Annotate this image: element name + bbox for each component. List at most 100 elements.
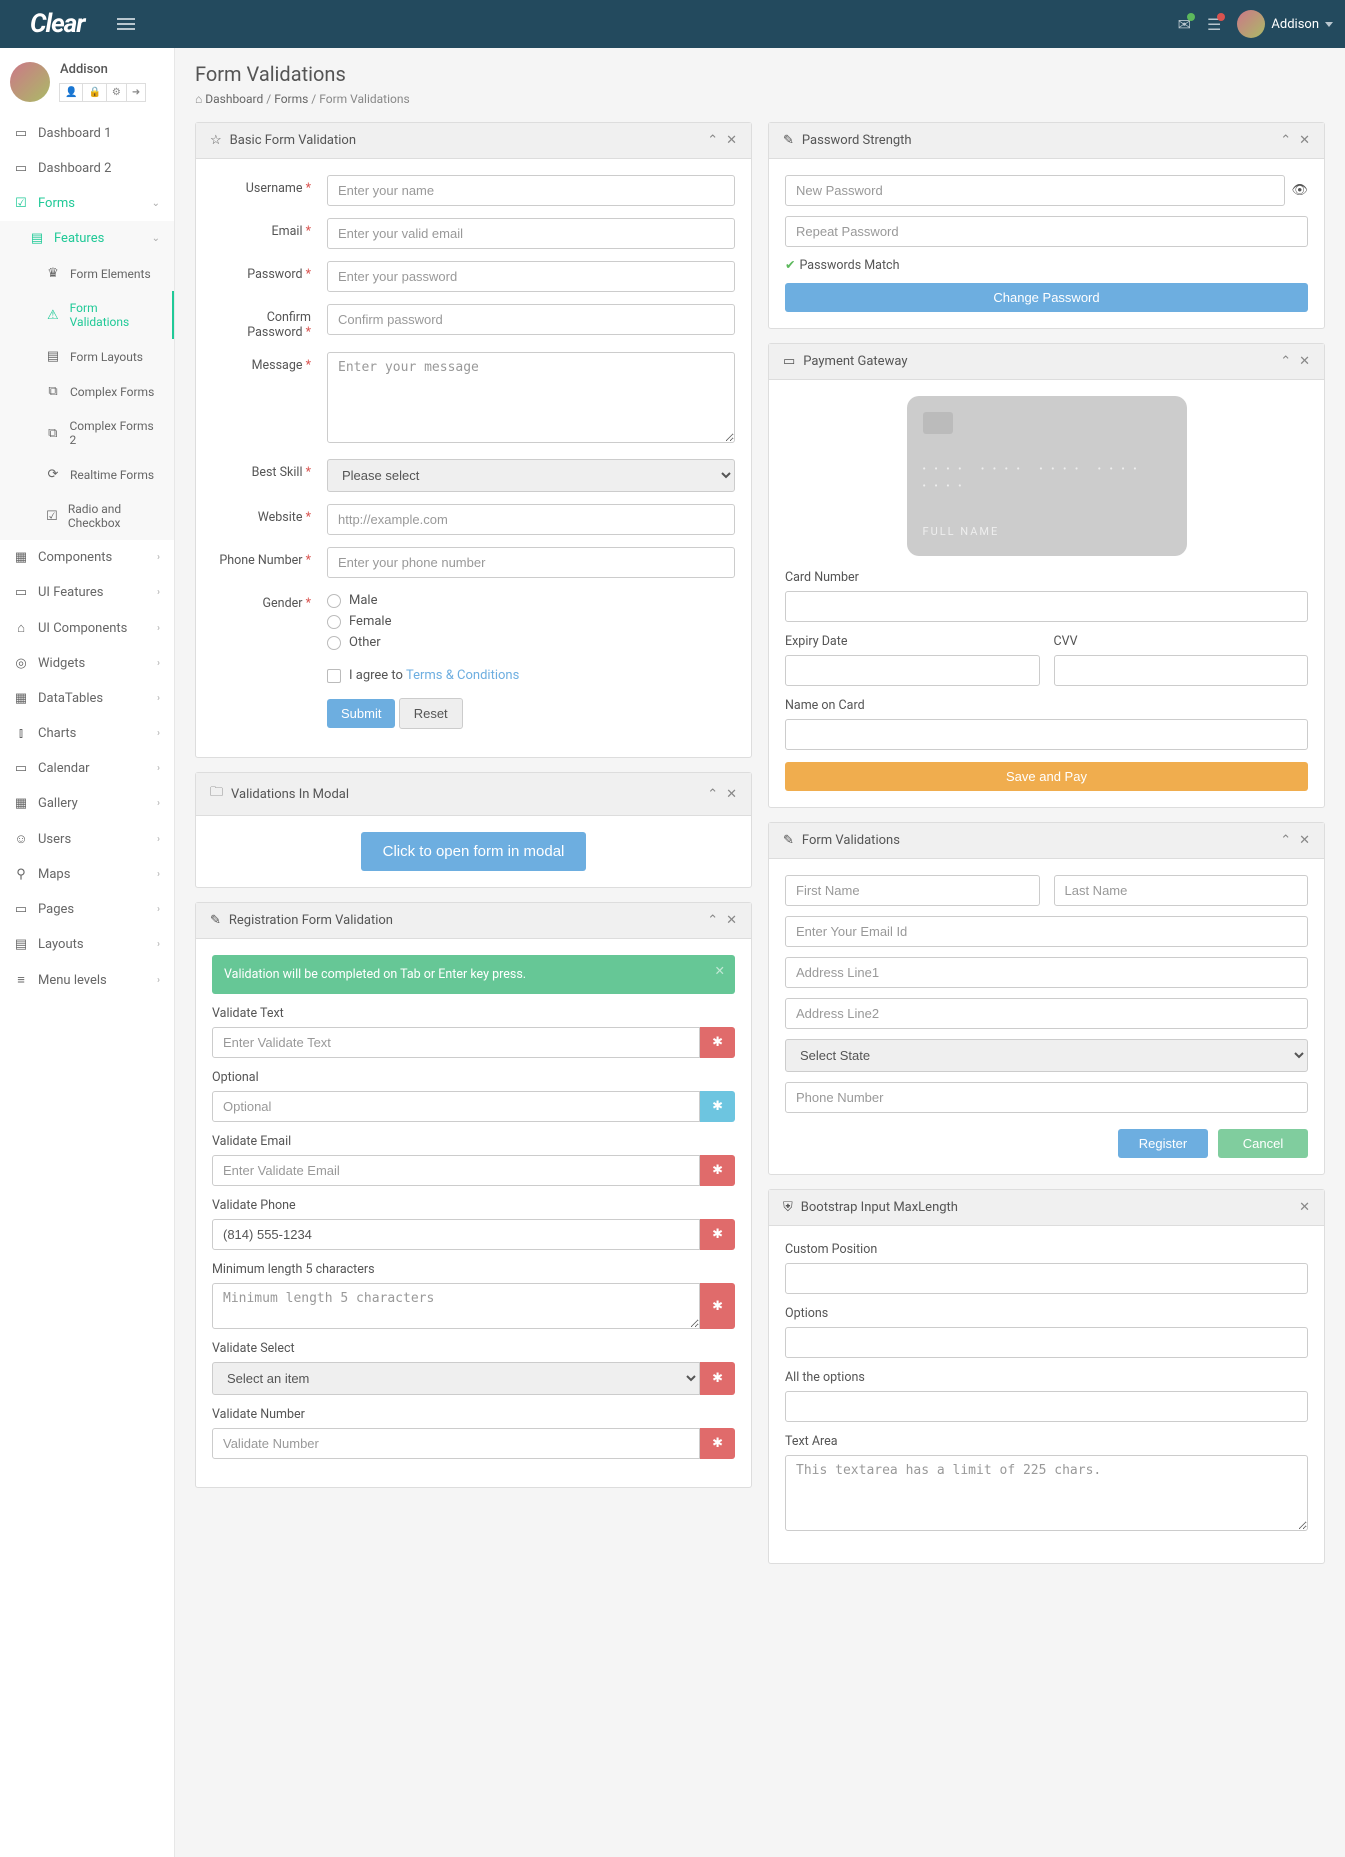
tasks-icon[interactable]: ☰ — [1207, 15, 1221, 34]
expiry-input[interactable] — [785, 655, 1040, 686]
terms-checkbox[interactable]: I agree to Terms & Conditions — [327, 665, 735, 686]
validate-text-input[interactable] — [212, 1027, 700, 1058]
new-password-input[interactable] — [785, 175, 1285, 206]
repeat-password-input[interactable] — [785, 216, 1308, 247]
sidebar-item-realtime-forms[interactable]: ⟳Realtime Forms — [0, 457, 174, 492]
sidebar-item-dashboard-1[interactable]: ▭Dashboard 1 — [0, 116, 174, 151]
message-textarea[interactable] — [327, 352, 735, 443]
collapse-icon[interactable]: ⌃ — [707, 133, 718, 148]
close-icon[interactable]: ✕ — [726, 913, 737, 928]
logout-icon[interactable]: ➜ — [126, 83, 146, 102]
sidebar-item-form-elements[interactable]: ♛Form Elements — [0, 256, 174, 291]
menu-toggle-icon[interactable] — [109, 7, 143, 41]
sidebar-item-calendar[interactable]: ▭Calendar› — [0, 751, 174, 786]
sidebar-item-maps[interactable]: ⚲Maps› — [0, 857, 174, 892]
validate-number-input[interactable] — [212, 1428, 700, 1459]
sidebar-item-features[interactable]: ▤Features⌄ — [0, 221, 174, 256]
user-icon[interactable]: 👤 — [59, 83, 83, 102]
sidebar-item-dashboard-2[interactable]: ▭Dashboard 2 — [0, 151, 174, 186]
collapse-icon[interactable]: ⌃ — [1280, 133, 1291, 148]
alert-close-icon[interactable]: ✕ — [715, 963, 725, 979]
gear-icon[interactable]: ⚙ — [106, 83, 127, 102]
close-icon[interactable]: ✕ — [1299, 1200, 1310, 1215]
validate-phone-input[interactable] — [212, 1219, 700, 1250]
state-select[interactable]: Select State — [785, 1039, 1308, 1072]
brand-logo[interactable]: Clear — [12, 9, 109, 39]
all-options-input[interactable] — [785, 1391, 1308, 1422]
card-number-input[interactable] — [785, 591, 1308, 622]
info-icon[interactable]: ✱ — [700, 1091, 735, 1122]
change-password-button[interactable]: Change Password — [785, 283, 1308, 312]
collapse-icon[interactable]: ⌃ — [707, 913, 718, 928]
save-pay-button[interactable]: Save and Pay — [785, 762, 1308, 791]
mail-icon[interactable]: ✉ — [1178, 15, 1191, 34]
minlen-textarea[interactable] — [212, 1283, 700, 1329]
sidebar-item-components[interactable]: ▦Components› — [0, 540, 174, 575]
sidebar-item-complex-forms[interactable]: ⧉Complex Forms — [0, 374, 174, 409]
sidebar-item-complex-forms-2[interactable]: ⧉Complex Forms 2 — [0, 409, 174, 457]
reset-button[interactable]: Reset — [399, 698, 463, 729]
limited-textarea[interactable] — [785, 1455, 1308, 1531]
name-on-card-input[interactable] — [785, 719, 1308, 750]
breadcrumb-link[interactable]: Forms — [274, 92, 308, 106]
sidebar-item-charts[interactable]: ⫾Charts› — [0, 716, 174, 751]
sidebar-item-pages[interactable]: ▭Pages› — [0, 892, 174, 927]
username-input[interactable] — [327, 175, 735, 206]
breadcrumb-link[interactable]: Dashboard — [205, 92, 263, 106]
sidebar-item-form-layouts[interactable]: ▤Form Layouts — [0, 339, 174, 374]
user-menu[interactable]: Addison — [1237, 10, 1333, 38]
eye-icon[interactable]: 👁 — [1291, 183, 1308, 198]
collapse-icon[interactable]: ⌃ — [707, 787, 718, 802]
open-modal-button[interactable]: Click to open form in modal — [361, 832, 587, 871]
clear-icon[interactable]: ✱ — [700, 1428, 735, 1459]
clear-icon[interactable]: ✱ — [700, 1219, 735, 1250]
phone-input[interactable] — [327, 547, 735, 578]
clear-icon[interactable]: ✱ — [700, 1027, 735, 1058]
sidebar-item-users[interactable]: ☺Users› — [0, 821, 174, 857]
radio-female[interactable]: Female — [327, 611, 735, 632]
terms-link[interactable]: Terms & Conditions — [406, 668, 519, 683]
radio-other[interactable]: Other — [327, 632, 735, 653]
custom-position-input[interactable] — [785, 1263, 1308, 1294]
radio-male[interactable]: Male — [327, 590, 735, 611]
phone-input[interactable] — [785, 1082, 1308, 1113]
close-icon[interactable]: ✕ — [1299, 354, 1310, 369]
close-icon[interactable]: ✕ — [1299, 833, 1310, 848]
optional-input[interactable] — [212, 1091, 700, 1122]
sidebar-item-ui-components[interactable]: ⌂UI Components› — [0, 610, 174, 646]
sidebar-item-gallery[interactable]: ▦Gallery› — [0, 786, 174, 821]
sidebar-item-radio-and-checkbox[interactable]: ☑Radio and Checkbox — [0, 492, 174, 540]
sidebar-item-form-validations[interactable]: ⚠Form Validations — [0, 291, 174, 339]
submit-button[interactable]: Submit — [327, 699, 395, 728]
validate-email-input[interactable] — [212, 1155, 700, 1186]
email-input[interactable] — [327, 218, 735, 249]
options-input[interactable] — [785, 1327, 1308, 1358]
cancel-button[interactable]: Cancel — [1218, 1129, 1308, 1158]
cvv-input[interactable] — [1054, 655, 1309, 686]
sidebar-item-widgets[interactable]: ◎Widgets› — [0, 646, 174, 681]
password-input[interactable] — [327, 261, 735, 292]
sidebar-item-datatables[interactable]: ▦DataTables› — [0, 681, 174, 716]
address2-input[interactable] — [785, 998, 1308, 1029]
close-icon[interactable]: ✕ — [726, 787, 737, 802]
website-input[interactable] — [327, 504, 735, 535]
email-input[interactable] — [785, 916, 1308, 947]
sidebar-item-menu-levels[interactable]: ≡Menu levels› — [0, 962, 174, 998]
confirm-password-input[interactable] — [327, 304, 735, 335]
sidebar-item-ui-features[interactable]: ▭UI Features› — [0, 575, 174, 610]
sidebar-item-layouts[interactable]: ▤Layouts› — [0, 927, 174, 962]
register-button[interactable]: Register — [1118, 1129, 1208, 1158]
sidebar-item-forms[interactable]: ☑Forms⌄ — [0, 186, 174, 221]
last-name-input[interactable] — [1054, 875, 1309, 906]
clear-icon[interactable]: ✱ — [700, 1283, 735, 1329]
close-icon[interactable]: ✕ — [1299, 133, 1310, 148]
collapse-icon[interactable]: ⌃ — [1280, 833, 1291, 848]
lock-icon[interactable]: 🔒 — [82, 83, 106, 102]
validate-select[interactable]: Select an item — [212, 1362, 700, 1395]
first-name-input[interactable] — [785, 875, 1040, 906]
collapse-icon[interactable]: ⌃ — [1280, 354, 1291, 369]
clear-icon[interactable]: ✱ — [700, 1362, 735, 1395]
close-icon[interactable]: ✕ — [726, 133, 737, 148]
address1-input[interactable] — [785, 957, 1308, 988]
skill-select[interactable]: Please select — [327, 459, 735, 492]
